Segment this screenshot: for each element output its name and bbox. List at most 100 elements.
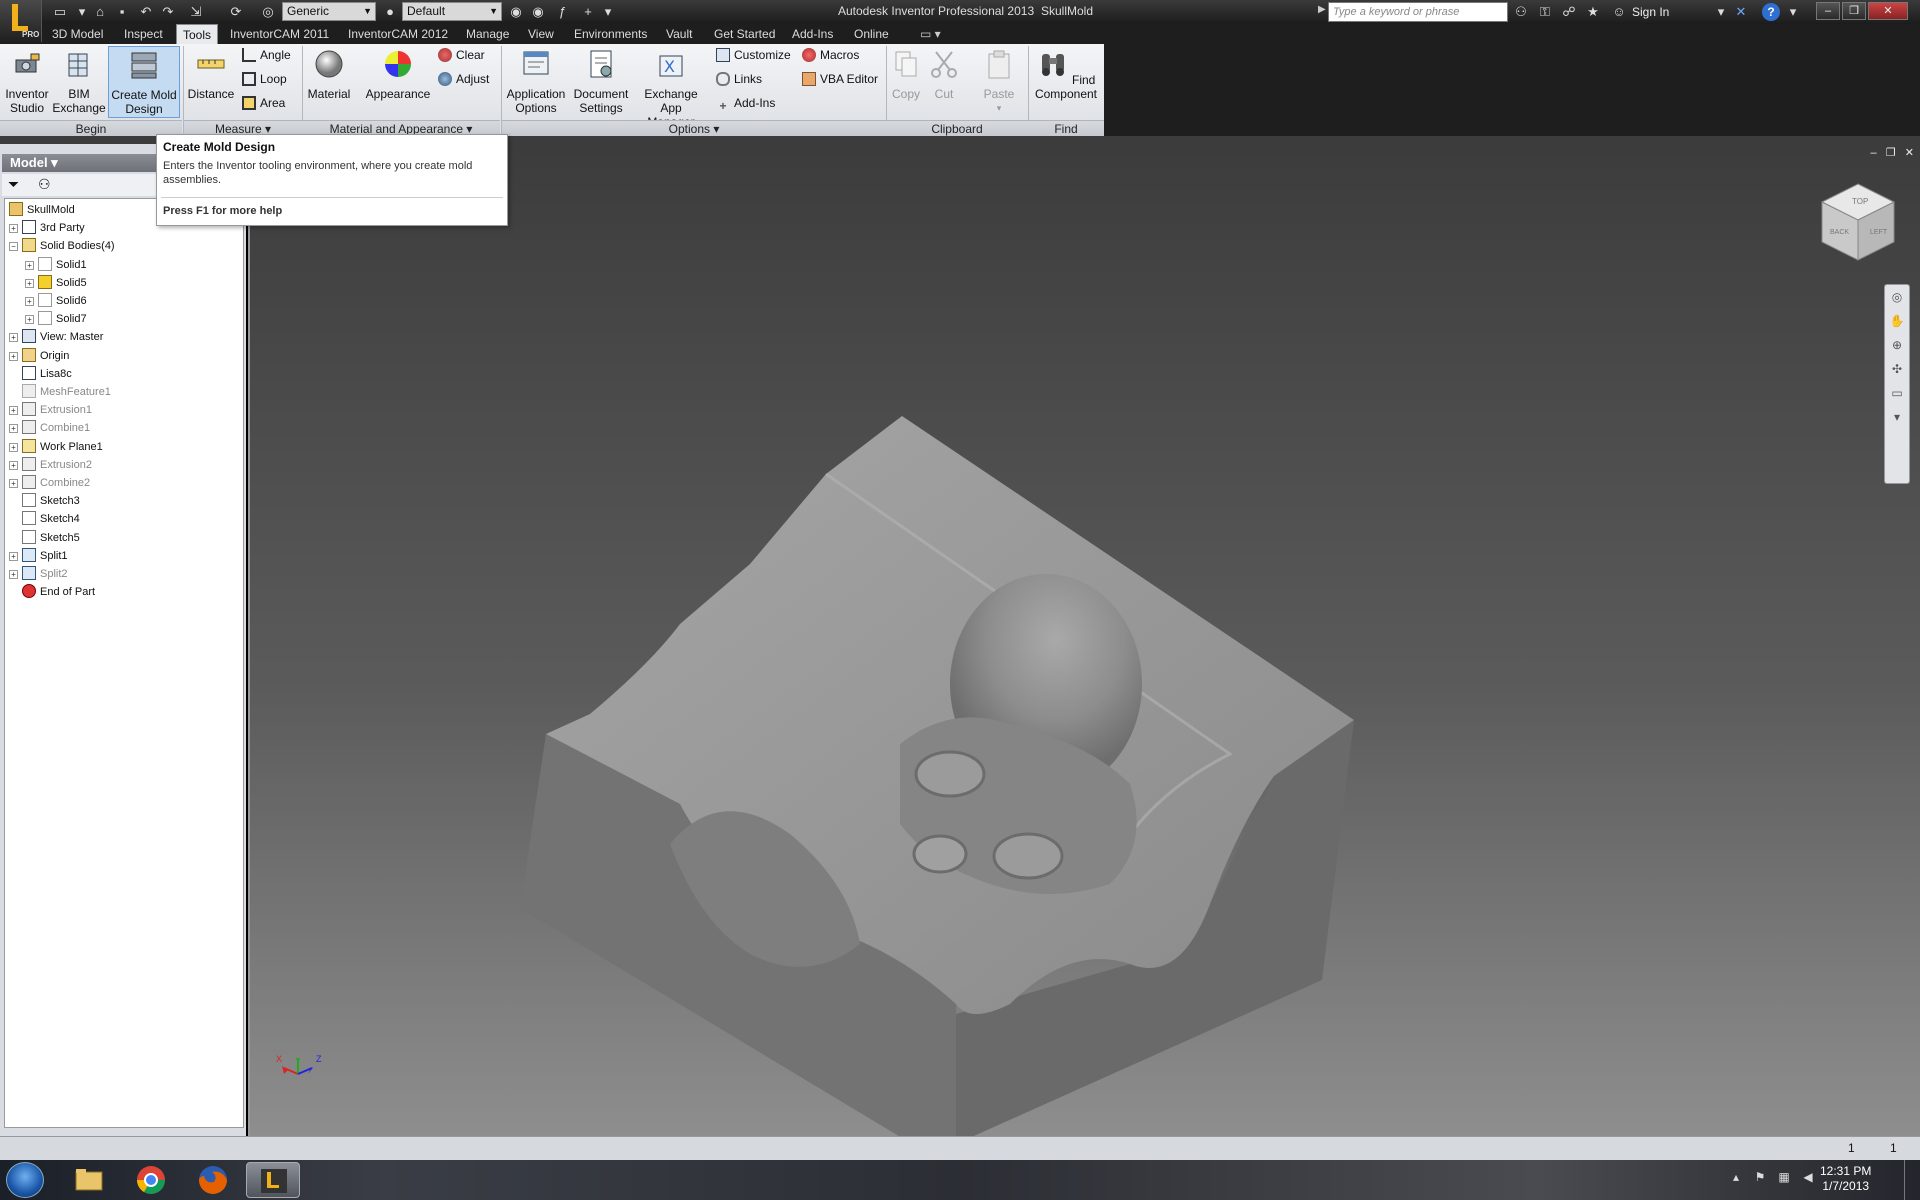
tree-expander-icon[interactable]: + xyxy=(9,460,18,470)
viewcube[interactable]: TOP BACK LEFT xyxy=(1816,180,1900,264)
paste-button[interactable]: Paste ▾ xyxy=(976,48,1022,115)
browser-node[interactable]: − Solid Bodies(4) xyxy=(9,237,115,255)
subscription-key-icon[interactable]: ⚿ xyxy=(1536,3,1554,21)
plus-icon[interactable]: + xyxy=(578,3,598,21)
update-icon[interactable]: ⟳ xyxy=(226,3,246,21)
tree-expander-icon[interactable]: + xyxy=(25,315,34,325)
favorites-star-icon[interactable]: ★ xyxy=(1584,3,1602,21)
tree-expander-icon[interactable]: + xyxy=(9,351,18,361)
close-window-button[interactable]: ✕ xyxy=(1868,2,1908,20)
orbit-icon[interactable]: ✣ xyxy=(1885,357,1909,381)
tab-inventorcam-2012[interactable]: InventorCAM 2012 xyxy=(342,24,454,44)
volume-icon[interactable]: ◀ xyxy=(1800,1170,1816,1186)
dropdown-arrow-icon[interactable]: ▾ xyxy=(72,3,92,21)
binoculars-icon[interactable]: ⚇ xyxy=(1512,3,1530,21)
browser-node[interactable]: Lisa8c xyxy=(9,365,72,383)
steering-wheel-icon[interactable]: ◎ xyxy=(1885,285,1909,309)
network-icon[interactable]: ▦ xyxy=(1776,1170,1792,1186)
inventor-studio-button[interactable]: Inventor Studio xyxy=(2,48,52,115)
adjust-appearance-icon[interactable]: ◉ xyxy=(528,3,548,21)
bim-exchange-button[interactable]: BIM Exchange xyxy=(52,48,106,115)
browser-node[interactable]: + Extrusion2 xyxy=(9,456,92,474)
tab-add-ins[interactable]: Add-Ins xyxy=(786,24,839,44)
exchange-x-icon[interactable]: ✕ xyxy=(1732,3,1750,21)
tree-expander-icon[interactable]: − xyxy=(9,242,18,252)
cut-button[interactable]: Cut xyxy=(926,48,962,101)
tab-inventorcam-2011[interactable]: InventorCAM 2011 xyxy=(224,24,335,44)
navbar-customize-icon[interactable]: ▾ xyxy=(1885,405,1909,429)
mold-model-svg[interactable] xyxy=(250,144,1920,1136)
action-center-flag-icon[interactable]: ⚑ xyxy=(1752,1170,1768,1186)
tab-tools[interactable]: Tools xyxy=(176,24,219,44)
browser-node[interactable]: End of Part xyxy=(9,583,95,601)
tree-expander-icon[interactable]: + xyxy=(9,442,18,452)
clear-button[interactable]: Clear xyxy=(438,46,485,64)
browser-node[interactable]: + Solid7 xyxy=(25,310,87,328)
tab-online[interactable]: Online xyxy=(848,24,895,44)
create-mold-design-button[interactable]: Create Mold Design xyxy=(108,46,180,118)
undo-icon[interactable]: ↶ xyxy=(136,3,156,21)
look-at-icon[interactable]: ▭ xyxy=(1885,381,1909,405)
tray-clock[interactable]: 12:31 PM 1/7/2013 xyxy=(1820,1164,1871,1194)
browser-node[interactable]: + Combine1 xyxy=(9,419,90,437)
browser-node[interactable]: +3rd Party xyxy=(9,219,85,237)
sign-in-dropdown-icon[interactable]: ▾ xyxy=(1712,3,1730,21)
tab-inspect[interactable]: Inspect xyxy=(118,24,169,44)
browser-node[interactable]: + Combine2 xyxy=(9,474,90,492)
browser-node[interactable]: + Split2 xyxy=(9,565,68,583)
tab-3d-model[interactable]: 3D Model xyxy=(46,24,109,44)
tree-expander-icon[interactable]: + xyxy=(9,406,18,416)
add-ins-button[interactable]: + Add-Ins xyxy=(716,94,775,113)
open-file-icon[interactable]: ⌂ xyxy=(90,3,110,21)
tree-expander-icon[interactable]: + xyxy=(9,479,18,488)
appearance-combo[interactable]: Default ▼ xyxy=(402,2,502,21)
browser-node[interactable]: + Solid6 xyxy=(25,292,87,310)
tree-expander-icon[interactable]: + xyxy=(9,551,18,561)
material-combo[interactable]: Generic ▼ xyxy=(282,2,376,21)
tab-environments[interactable]: Environments xyxy=(568,24,653,44)
show-desktop-button[interactable] xyxy=(1904,1160,1920,1200)
ribbon-display-toggle-icon[interactable]: ▭ ▾ xyxy=(914,24,947,44)
document-settings-button[interactable]: Document Settings xyxy=(570,48,632,115)
pan-hand-icon[interactable]: ✋ xyxy=(1885,309,1909,333)
material-globe-icon[interactable]: ◎ xyxy=(258,3,278,21)
clear-appearance-icon[interactable]: ◉ xyxy=(506,3,526,21)
find-binoculars-icon[interactable]: ⚇ xyxy=(38,176,51,193)
vba-editor-button[interactable]: VBA Editor xyxy=(802,70,878,88)
help-dropdown-icon[interactable]: ▾ xyxy=(1784,3,1802,21)
tree-expander-icon[interactable]: + xyxy=(25,297,34,306)
new-file-icon[interactable]: ▭ xyxy=(50,3,70,21)
tray-overflow-icon[interactable]: ▴ xyxy=(1728,1170,1744,1186)
taskbar-chrome[interactable] xyxy=(124,1162,178,1198)
browser-node[interactable]: + Origin xyxy=(9,347,69,365)
copy-button[interactable]: Copy xyxy=(888,48,924,101)
browser-node[interactable]: + View: Master xyxy=(9,328,103,346)
area-button[interactable]: Area xyxy=(242,94,285,112)
adjust-button[interactable]: Adjust xyxy=(438,70,489,88)
browser-node[interactable]: + Extrusion1 xyxy=(9,401,92,419)
browser-node[interactable]: Sketch3 xyxy=(9,492,80,510)
help-button[interactable]: ? xyxy=(1762,3,1780,21)
filter-icon[interactable]: ⏷ xyxy=(8,176,19,193)
appearance-button[interactable]: Appearance xyxy=(362,48,434,101)
tree-expander-icon[interactable]: + xyxy=(9,424,18,434)
restore-window-button[interactable]: ❐ xyxy=(1842,2,1866,20)
taskbar-explorer[interactable] xyxy=(62,1162,116,1198)
browser-node[interactable]: + Solid1 xyxy=(25,256,87,274)
tab-manage[interactable]: Manage xyxy=(460,24,515,44)
tree-expander-icon[interactable]: + xyxy=(25,278,34,288)
communication-icon[interactable]: ☍ xyxy=(1560,3,1578,21)
save-icon[interactable]: ▪ xyxy=(112,3,132,21)
browser-node[interactable]: + Solid5 xyxy=(25,274,87,292)
return-icon[interactable]: ⇲ xyxy=(186,3,206,21)
redo-icon[interactable]: ↷ xyxy=(158,3,178,21)
help-search-input[interactable]: Type a keyword or phrase xyxy=(1328,2,1508,22)
minimize-window-button[interactable]: – xyxy=(1816,2,1840,20)
tab-get-started[interactable]: Get Started xyxy=(708,24,781,44)
panel-options-label[interactable]: Options ▾ xyxy=(502,120,886,136)
tree-expander-icon[interactable]: + xyxy=(25,260,34,270)
macros-button[interactable]: Macros xyxy=(802,46,859,64)
browser-node[interactable]: + Work Plane1 xyxy=(9,438,103,456)
exchange-app-manager-button[interactable]: X Exchange App Manager xyxy=(636,48,706,129)
appearance-sphere-icon[interactable]: ● xyxy=(380,3,400,21)
